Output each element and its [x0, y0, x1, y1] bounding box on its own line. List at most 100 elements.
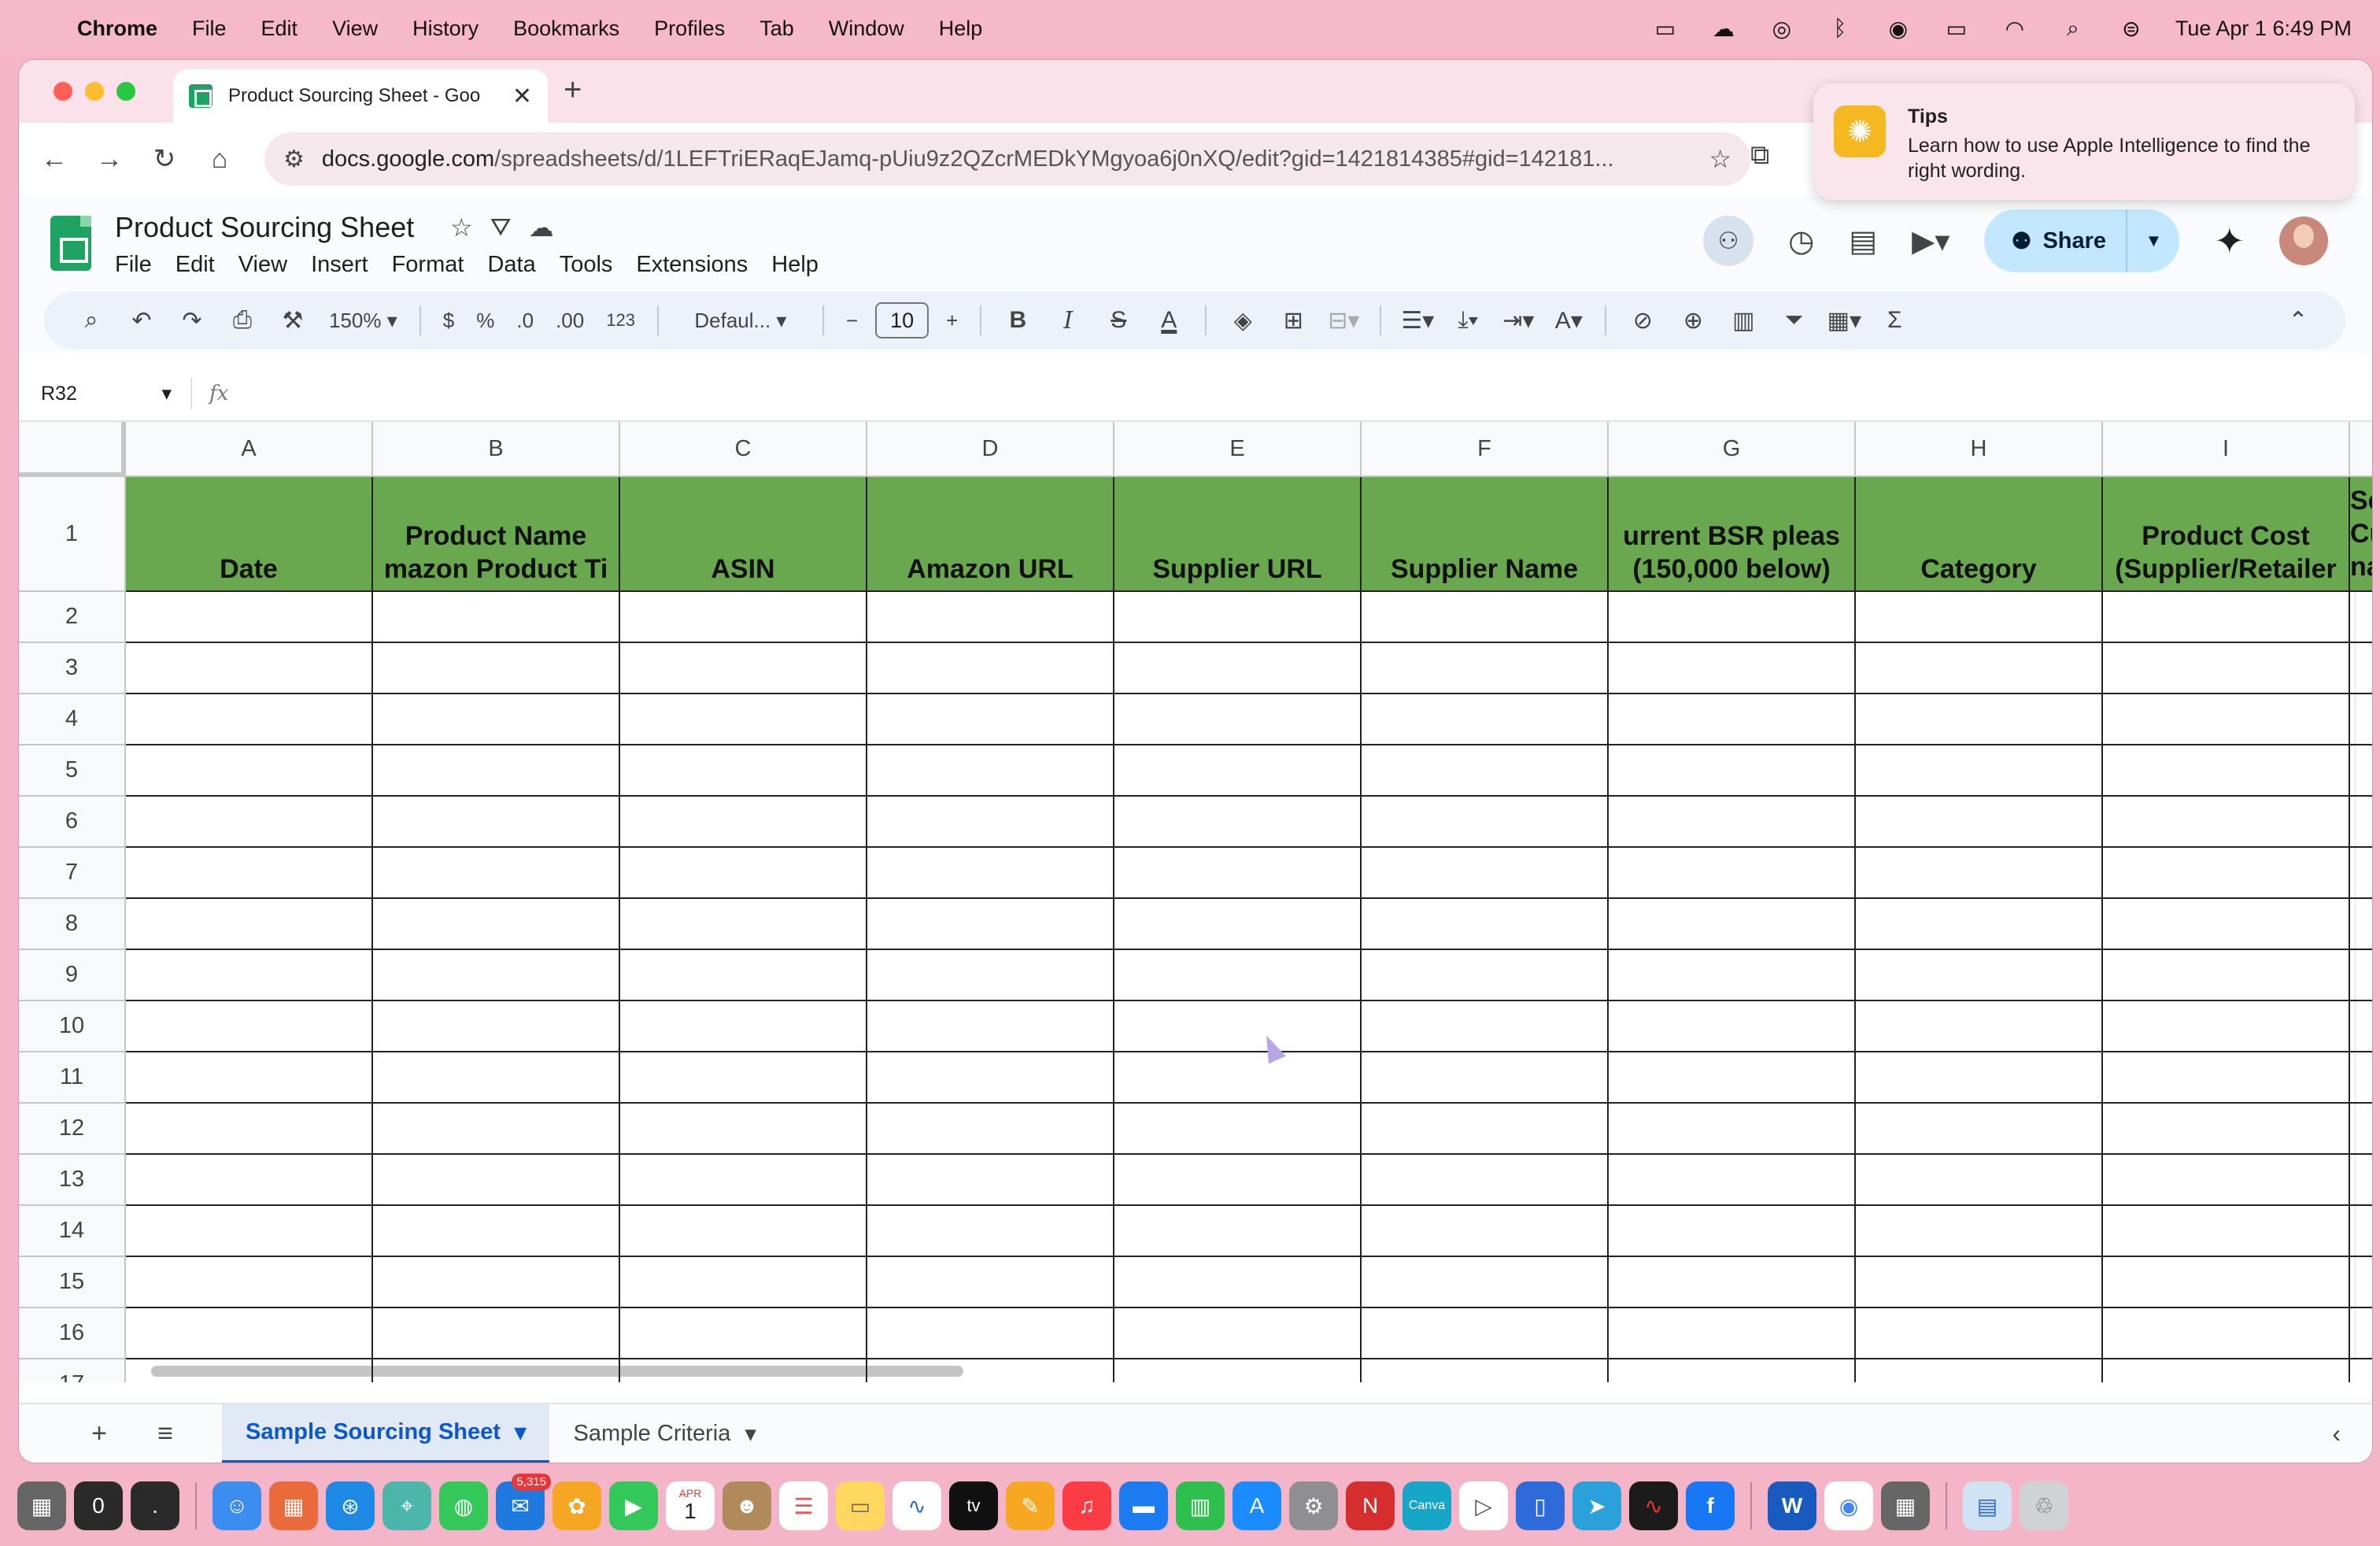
- grid-cell[interactable]: [2350, 745, 2372, 797]
- grid-cell[interactable]: [1609, 643, 1856, 694]
- grid-cell[interactable]: [373, 899, 620, 950]
- select-all-corner[interactable]: [19, 422, 126, 477]
- collapse-sidepanel-icon[interactable]: ‹: [2332, 1419, 2341, 1448]
- grid-cell[interactable]: [1856, 1052, 2103, 1104]
- apple-tv-icon[interactable]: tv: [949, 1481, 998, 1530]
- insert-link-icon[interactable]: ⊘: [1617, 307, 1668, 335]
- address-bar[interactable]: ⚙ docs.google.com/spreadsheets/d/1LEFTri…: [264, 132, 1750, 186]
- menu-app-name[interactable]: Chrome: [77, 17, 157, 41]
- grid-cell[interactable]: [126, 1001, 373, 1052]
- grid-cell[interactable]: [2103, 1155, 2350, 1206]
- row-header[interactable]: 1: [19, 477, 126, 592]
- grid-cell[interactable]: [867, 643, 1114, 694]
- cloud-saved-icon[interactable]: ☁: [529, 213, 554, 242]
- row-header[interactable]: 15: [19, 1257, 126, 1308]
- menu-tab[interactable]: Tab: [759, 17, 794, 41]
- grid-cell[interactable]: [2103, 899, 2350, 950]
- home-button[interactable]: ⌂: [192, 144, 247, 175]
- creative-cloud-icon[interactable]: ☁: [1709, 17, 1738, 41]
- safari-icon[interactable]: ⊛: [326, 1481, 375, 1530]
- grid-cell[interactable]: [1609, 745, 1856, 797]
- infuse-icon[interactable]: ▷: [1459, 1481, 1508, 1530]
- grid-cell[interactable]: [126, 1308, 373, 1359]
- grid-cell[interactable]: [1856, 1257, 2103, 1308]
- grid-cell[interactable]: [2103, 1308, 2350, 1359]
- system-settings-icon[interactable]: ⚙: [1289, 1481, 1338, 1530]
- row-header[interactable]: 17: [19, 1359, 126, 1382]
- grid-cell[interactable]: [867, 745, 1114, 797]
- menu-help[interactable]: Help: [939, 17, 983, 41]
- filter-icon[interactable]: ⏷: [1768, 307, 1819, 334]
- chevron-down-icon[interactable]: ▾: [745, 1420, 756, 1448]
- grid-cell[interactable]: [1856, 1359, 2103, 1382]
- grid-cell[interactable]: [867, 1104, 1114, 1155]
- header-cell[interactable]: Date: [126, 477, 373, 592]
- spreadsheet-grid[interactable]: A B C D E F G H I 1 Date Product Name mazon Product …: [19, 422, 2372, 1382]
- grid-cell[interactable]: [126, 950, 373, 1001]
- grid-cell[interactable]: [1856, 950, 2103, 1001]
- sheet-tab-sample-sourcing[interactable]: Sample Sourcing Sheet ▾: [222, 1404, 550, 1463]
- grid-cell[interactable]: [867, 1155, 1114, 1206]
- grid-cell[interactable]: [2350, 643, 2372, 694]
- header-cell[interactable]: Amazon URL: [867, 477, 1114, 592]
- dock-running-dot[interactable]: .: [131, 1481, 179, 1530]
- grid-cell[interactable]: [126, 1155, 373, 1206]
- grid-cell[interactable]: [1856, 745, 2103, 797]
- chevron-down-icon[interactable]: ▾: [515, 1418, 527, 1446]
- wifi-icon[interactable]: ◠: [2001, 17, 2029, 41]
- gemini-chat-icon[interactable]: ⚇: [1703, 216, 1754, 266]
- header-cell[interactable]: Sell Curre nazon: [2350, 477, 2372, 592]
- grid-cell[interactable]: [620, 848, 867, 899]
- grid-cell[interactable]: [1362, 1104, 1609, 1155]
- finder-icon[interactable]: ☺: [213, 1481, 261, 1530]
- grid-cell[interactable]: [1114, 1001, 1362, 1052]
- voice-memos-icon[interactable]: ∿: [1629, 1481, 1678, 1530]
- add-sheet-icon[interactable]: +: [66, 1418, 132, 1449]
- grid-cell[interactable]: [2350, 899, 2372, 950]
- grid-cell[interactable]: [867, 1257, 1114, 1308]
- grid-cell[interactable]: [373, 1052, 620, 1104]
- grid-cell[interactable]: [126, 592, 373, 643]
- merge-cells-icon[interactable]: ⊟▾: [1318, 307, 1369, 335]
- iphone-mirroring-icon[interactable]: ▯: [1516, 1481, 1565, 1530]
- grid-cell[interactable]: [1114, 1104, 1362, 1155]
- column-header[interactable]: B: [373, 422, 620, 477]
- search-menus-icon[interactable]: ⌕: [66, 307, 116, 334]
- grid-cell[interactable]: [867, 1359, 1114, 1382]
- grid-cell[interactable]: [1114, 899, 1362, 950]
- font-size-increase-button[interactable]: +: [935, 309, 969, 333]
- grid-cell[interactable]: [2103, 797, 2350, 848]
- name-box[interactable]: R32 ▾: [19, 378, 192, 409]
- grid-cell[interactable]: [1856, 1206, 2103, 1257]
- grid-cell[interactable]: [1609, 1052, 1856, 1104]
- grid-cell[interactable]: [620, 1206, 867, 1257]
- more-formats-button[interactable]: 123: [595, 310, 646, 331]
- grid-cell[interactable]: [1609, 694, 1856, 745]
- facetime-icon[interactable]: ▶: [609, 1481, 658, 1530]
- grid-cell[interactable]: [1609, 592, 1856, 643]
- grid-cell[interactable]: [126, 1257, 373, 1308]
- move-to-drive-icon[interactable]: ⛛: [490, 213, 512, 242]
- row-header[interactable]: 9: [19, 950, 126, 1001]
- grid-cell[interactable]: [2103, 848, 2350, 899]
- horizontal-align-icon[interactable]: ☰▾: [1392, 307, 1443, 335]
- browser-tab-active[interactable]: Product Sourcing Sheet - Goo ✕: [173, 69, 548, 123]
- grid-cell[interactable]: [373, 1308, 620, 1359]
- grid-cell[interactable]: [373, 1257, 620, 1308]
- grid-cell[interactable]: [2350, 848, 2372, 899]
- sheets-logo-icon[interactable]: [50, 216, 91, 271]
- grid-cell[interactable]: [1362, 950, 1609, 1001]
- dock-running-zero[interactable]: 0: [74, 1481, 123, 1530]
- header-cell[interactable]: Category: [1856, 477, 2103, 592]
- grid-cell[interactable]: [1114, 1257, 1362, 1308]
- grid-cell[interactable]: [1362, 797, 1609, 848]
- grid-cell[interactable]: [867, 1308, 1114, 1359]
- close-window-button[interactable]: [54, 82, 72, 101]
- close-tab-icon[interactable]: ✕: [512, 83, 532, 110]
- facebook-icon[interactable]: f: [1686, 1481, 1735, 1530]
- currency-format-button[interactable]: $: [432, 309, 465, 333]
- font-select[interactable]: Defaul... ▾: [670, 309, 811, 333]
- grid-cell[interactable]: [126, 1052, 373, 1104]
- photos-icon[interactable]: ✿: [552, 1481, 601, 1530]
- fill-color-icon[interactable]: ◈: [1218, 307, 1268, 335]
